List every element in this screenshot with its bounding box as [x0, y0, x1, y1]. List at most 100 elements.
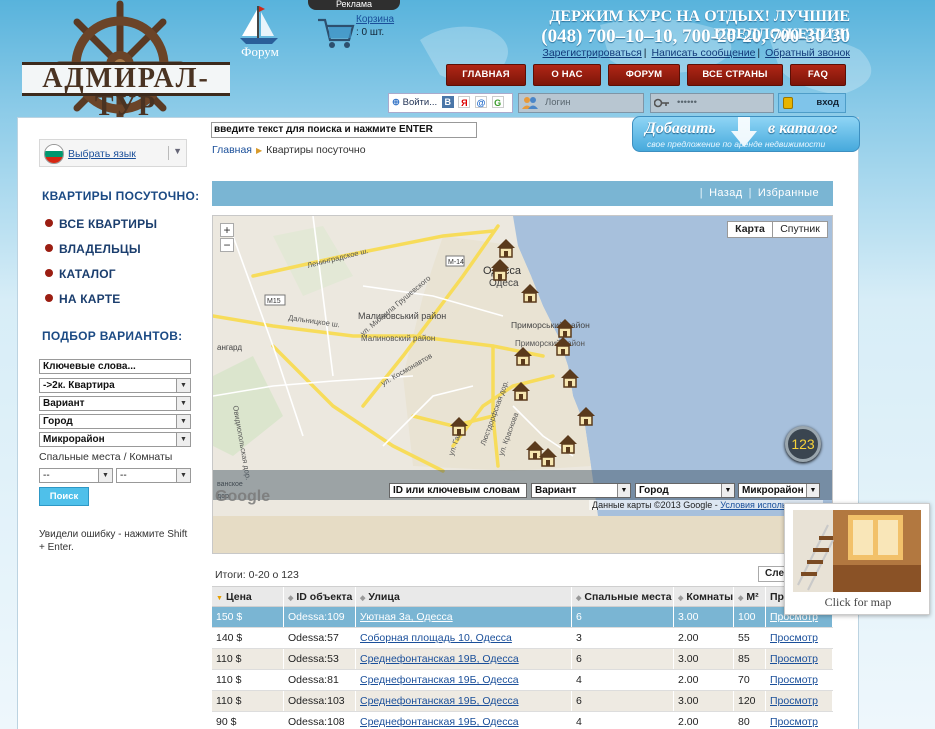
cell-beds: 6 — [572, 649, 674, 669]
register-link[interactable]: Зарегистрироваться — [543, 47, 642, 59]
favorites-link[interactable]: Избранные — [758, 187, 819, 199]
filter-heading: ПОДБОР ВАРИАНТОВ: — [42, 329, 183, 343]
keywords-input[interactable]: Ключевые слова... — [39, 359, 191, 374]
cart-icon[interactable] — [316, 14, 356, 50]
language-label[interactable]: Выбрать язык — [68, 148, 136, 160]
login-input[interactable]: Логин — [518, 93, 644, 113]
map-type-map-button[interactable]: Карта — [727, 221, 773, 238]
type-select[interactable]: ->2к. Квартира ▼ — [39, 378, 191, 393]
cell-view[interactable]: Просмотр — [766, 712, 833, 729]
ad-tab[interactable]: Реклама — [308, 0, 400, 10]
view-link[interactable]: Просмотр — [770, 653, 818, 665]
beds-select-value: -- — [43, 470, 50, 481]
beds-select[interactable]: -- ▼ — [39, 468, 113, 483]
view-link[interactable]: Просмотр — [770, 695, 818, 707]
cell-price: 110 $ — [212, 670, 284, 690]
forum-label: Форум — [241, 44, 279, 59]
nav-forum[interactable]: ФОРУМ — [608, 64, 680, 86]
table-row[interactable]: 110 $ Odessa:81 Среднефонтанская 19Б, Одес… — [212, 670, 833, 691]
cell-street[interactable]: Среднефонтанская 19В, Одесса — [356, 649, 572, 669]
password-input[interactable]: •••••• — [650, 93, 774, 113]
map-view[interactable]: Одесса Одеса Малиновський район Малиновс… — [212, 215, 833, 554]
site-logo[interactable]: АДМИРАЛ-ТУР — [22, 62, 230, 121]
cell-street[interactable]: Среднефонтанская 19Б, Одесса — [356, 712, 572, 729]
street-link[interactable]: Среднефонтанская 19Б, Одесса — [360, 695, 519, 707]
col-street[interactable]: ◆ Улица — [356, 587, 572, 607]
cell-view[interactable]: Просмотр — [766, 628, 833, 648]
search-button[interactable]: Поиск — [39, 487, 89, 506]
bullet-icon — [45, 219, 53, 227]
view-link[interactable]: Просмотр — [770, 716, 818, 728]
vk-icon[interactable]: В — [441, 96, 454, 109]
forum-logo[interactable]: Форум — [234, 4, 284, 59]
cell-beds: 4 — [572, 670, 674, 690]
view-link[interactable]: Просмотр — [770, 674, 818, 686]
cell-view[interactable]: Просмотр — [766, 649, 833, 669]
site-search-input[interactable]: введите текст для поиска и нажмите ENTER — [211, 122, 477, 138]
street-link[interactable]: Уютная 3а, Одесса — [360, 611, 453, 623]
nav-all-countries[interactable]: ВСЕ СТРАНЫ — [687, 64, 783, 86]
listing-photo-popup[interactable]: Click for map — [784, 503, 930, 615]
street-link[interactable]: Среднефонтанская 19Б, Одесса — [360, 674, 519, 686]
rooms-select[interactable]: -- ▼ — [116, 468, 191, 483]
mail-icon[interactable]: @ — [475, 96, 488, 109]
col-id[interactable]: ◆ ID объекта — [284, 587, 356, 607]
header-links: Зарегистрироваться | Написать сообщение | … — [542, 47, 851, 59]
sidebar-item-on-map[interactable]: НА КАРТЕ — [45, 292, 120, 306]
back-link[interactable]: Назад — [709, 187, 743, 199]
google-icon[interactable]: G — [491, 96, 504, 109]
write-message-link[interactable]: Написать сообщение — [651, 47, 755, 59]
col-price[interactable]: ▼ Цена — [212, 587, 284, 607]
sidebar-item-all-apartments[interactable]: ВСЕ КВАРТИРЫ — [45, 217, 157, 231]
map-road-m15: M15 — [267, 298, 281, 305]
add-to-catalog-banner[interactable]: Добавить в каталог свое предложение по а… — [632, 116, 860, 152]
cell-id: Odessa:109 — [284, 607, 356, 627]
nav-home[interactable]: ГЛАВНАЯ — [446, 64, 526, 86]
street-link[interactable]: Среднефонтанская 19В, Одесса — [360, 653, 519, 665]
view-link[interactable]: Просмотр — [770, 632, 818, 644]
variant-select[interactable]: Вариант ▼ — [39, 396, 191, 411]
login-button[interactable]: вход — [778, 93, 846, 113]
table-row[interactable]: 150 $ Odessa:109 Уютная 3а, Одесса 6 3.00 100… — [212, 607, 833, 628]
nav-faq[interactable]: FAQ — [790, 64, 846, 86]
table-row[interactable]: 110 $ Odessa:53 Среднефонтанская 19В, Одес… — [212, 649, 833, 670]
cell-street[interactable]: Среднефонтанская 19Б, Одесса — [356, 670, 572, 690]
social-login[interactable]: ⊕ Войти... В Я @ G — [388, 93, 513, 113]
table-row[interactable]: 90 $ Odessa:108 Среднефонтанская 19Б, Одес… — [212, 712, 833, 729]
street-link[interactable]: Среднефонтанская 19Б, Одесса — [360, 716, 519, 728]
cell-view[interactable]: Просмотр — [766, 691, 833, 711]
callback-link[interactable]: Обратный звонок — [765, 47, 850, 59]
street-link[interactable]: Соборная площадь 10, Одесса — [360, 632, 512, 644]
map-filter-city[interactable]: Город ▼ — [635, 483, 735, 498]
map-filter-variant[interactable]: Вариант ▼ — [531, 483, 631, 498]
col-beds[interactable]: ◆ Спальные места — [572, 587, 674, 607]
city-select[interactable]: Город ▼ — [39, 414, 191, 429]
district-select[interactable]: Микрорайон ▼ — [39, 432, 191, 447]
zoom-out-button[interactable]: − — [220, 238, 234, 252]
map-filter-district[interactable]: Микрорайон ▼ — [738, 483, 820, 498]
language-selector[interactable]: Выбрать язык ▼ — [39, 139, 187, 167]
cell-street[interactable]: Уютная 3а, Одесса — [356, 607, 572, 627]
cell-street[interactable]: Соборная площадь 10, Одесса — [356, 628, 572, 648]
table-row[interactable]: 140 $ Odessa:57 Соборная площадь 10, Одесс… — [212, 628, 833, 649]
sidebar-item-owners[interactable]: ВЛАДЕЛЬЦЫ — [45, 242, 141, 256]
breadcrumb-home[interactable]: Главная — [212, 144, 252, 156]
map-filter-keywords[interactable]: ID или ключевым словам — [389, 483, 527, 498]
nav-about[interactable]: О НАС — [533, 64, 601, 86]
cell-street[interactable]: Среднефонтанская 19Б, Одесса — [356, 691, 572, 711]
yandex-icon[interactable]: Я — [458, 96, 471, 109]
house-marker-icon[interactable] — [497, 239, 515, 258]
table-row[interactable]: 110 $ Odessa:103 Среднефонтанская 19Б, Оде… — [212, 691, 833, 712]
zoom-in-button[interactable]: + — [220, 223, 234, 237]
chevron-down-icon: ▼ — [721, 484, 734, 497]
cart-link[interactable]: Корзина — [356, 14, 394, 25]
col-rooms[interactable]: ◆ Комнаты — [674, 587, 734, 607]
apartment-photo[interactable] — [793, 510, 921, 592]
cell-view[interactable]: Просмотр — [766, 670, 833, 690]
map-type-satellite-button[interactable]: Спутник — [772, 221, 828, 238]
col-area[interactable]: ◆ М² — [734, 587, 766, 607]
map-cluster-marker[interactable]: 123 — [785, 426, 821, 462]
password-mask: •••••• — [677, 97, 697, 108]
chevron-down-icon[interactable]: ▼ — [168, 146, 182, 160]
sidebar-item-catalog[interactable]: КАТАЛОГ — [45, 267, 116, 281]
